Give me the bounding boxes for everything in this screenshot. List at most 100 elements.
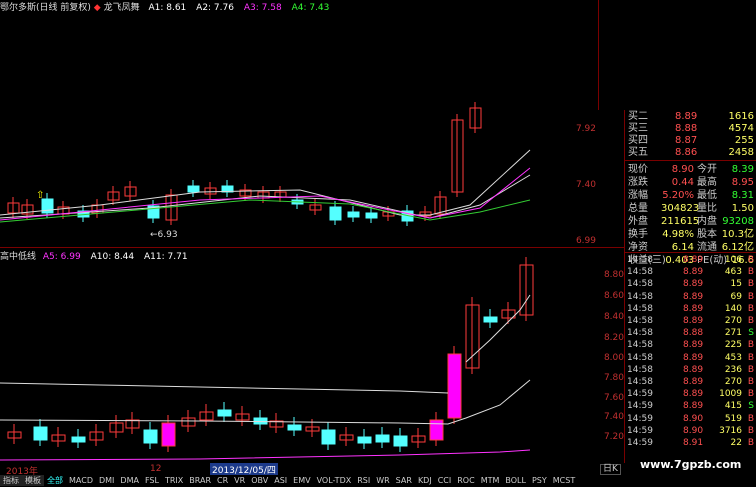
quote-stat-row: 现价 8.90 今开 8.39: [628, 164, 754, 175]
tick-row: 14:58 8.89 270 B: [627, 316, 754, 326]
low-line: [0, 449, 531, 461]
main-y-label-0: 7.92: [575, 124, 596, 134]
indicator-a2: A2: 7.76: [196, 3, 234, 13]
indicator-a3: A3: 7.58: [243, 3, 282, 13]
sub-candle: [321, 429, 336, 445]
indicator-a5: A5: 6.99: [42, 252, 81, 262]
indicator-tab[interactable]: FSL: [142, 476, 162, 485]
price-candle: [365, 212, 378, 219]
sub-y-label-6: 7.60: [603, 393, 624, 403]
sub-chart-header: 高中低线 A5: 6.99 A10: 8.44 A11: 7.71: [0, 249, 195, 262]
tick-row: 14:58 8.89 106 B: [627, 255, 754, 265]
sub-y-label-5: 7.80: [603, 373, 624, 383]
tick-row: 14:58 8.89 15 B: [627, 279, 754, 290]
axis-border: [598, 0, 599, 110]
ma-line-a1: [0, 149, 531, 216]
sub-y-label-2: 8.40: [603, 312, 624, 322]
high-line: [0, 382, 449, 394]
main-chart-header: 鄂尔多斯(日线 前复权) ◆ 龙飞凤舞 A1: 8.61 A2: 7.76 A3…: [0, 0, 336, 13]
sub-candle: [161, 422, 176, 447]
indicator-a4: A4: 7.43: [291, 3, 330, 13]
indicator-tab[interactable]: MACD: [66, 476, 96, 485]
indicator-tab[interactable]: 全部: [44, 475, 66, 486]
indicator-tab[interactable]: CR: [214, 476, 231, 485]
indicator-tab[interactable]: KDJ: [415, 476, 435, 485]
kline-chart[interactable]: ⇧: [0, 0, 600, 463]
indicator-tab[interactable]: RSI: [354, 476, 373, 485]
tick-divider: [625, 252, 756, 253]
stock-title: 鄂尔多斯(日线 前复权): [0, 3, 91, 13]
tick-row: 14:59 8.89 1009 B: [627, 389, 754, 400]
sub-candle: [287, 424, 302, 431]
quote-stat-row: 涨幅 5.20% 最低 8.31: [628, 190, 754, 201]
sub-candle: [143, 429, 158, 444]
indicator-tab[interactable]: TRIX: [162, 476, 186, 485]
indicator-tab[interactable]: ROC: [454, 476, 477, 485]
indicator-tab[interactable]: DMA: [117, 476, 142, 485]
tick-row: 14:58 8.89 225 B: [627, 340, 754, 351]
tick-row: 14:58 8.89 140 B: [627, 303, 754, 314]
tick-row: 14:58 8.89 270 B: [627, 377, 754, 387]
main-y-label-2: 6.99: [575, 236, 596, 246]
indicator-tab[interactable]: VR: [231, 476, 248, 485]
tick-row: 14:59 8.90 519 B: [627, 413, 754, 424]
sub-y-label-7: 7.40: [603, 412, 624, 422]
panel-left-border: [624, 110, 625, 463]
sub-candle: [393, 435, 408, 447]
price-candle: [187, 185, 200, 193]
sub-y-label-0: 8.80: [603, 270, 624, 280]
price-candle: [347, 211, 360, 218]
indicator-tab[interactable]: BRAR: [186, 476, 214, 485]
indicator-tab[interactable]: DMI: [96, 476, 117, 485]
low-price-marker: ←6.93: [150, 230, 178, 240]
panel-divider: [625, 160, 756, 161]
period-button[interactable]: 日K: [600, 464, 621, 475]
buy-signal-arrow: ⇧: [36, 190, 44, 201]
sub-candle: [447, 353, 462, 419]
date-axis: 2013年 12 2013/12/05/四: [0, 463, 600, 477]
tick-row: 14:58 8.88 271 S: [627, 328, 754, 339]
bid-row: 买五 8.86 2458: [628, 147, 754, 158]
indicator-tab[interactable]: OBV: [248, 476, 271, 485]
indicator-tab[interactable]: BOLL: [502, 476, 529, 485]
sub-y-label-4: 8.00: [603, 353, 624, 363]
date-month: 12: [150, 464, 162, 474]
indicator-tab[interactable]: SAR: [393, 476, 415, 485]
indicator-tab[interactable]: VOL-TDX: [314, 476, 355, 485]
indicator-a10: A10: 8.44: [90, 252, 135, 262]
watermark: www.7gpzb.com: [640, 458, 742, 471]
indicator-tab[interactable]: EMV: [290, 476, 313, 485]
indicator-tab[interactable]: ASI: [271, 476, 290, 485]
quote-stat-row: 外盘 211615 内盘 93208: [628, 216, 754, 227]
tick-row: 14:58 8.89 69 B: [627, 291, 754, 302]
sub-candle: [357, 436, 372, 444]
indicator-tab-bar[interactable]: 指标 模板 全部 MACD DMI DMA FSL TRIX BRAR CR VR OBV ASI EMV…: [0, 475, 756, 487]
sub-candle: [253, 417, 268, 425]
main-y-label-1: 7.40: [575, 180, 596, 190]
indicator-tab[interactable]: CCI: [435, 476, 455, 485]
sub-candle: [33, 426, 48, 441]
sub-y-label-8: 7.20: [603, 432, 624, 442]
tick-row: 14:59 8.91 22 B: [627, 438, 754, 448]
sub-candle: [71, 436, 86, 443]
quote-stat-row: 涨跌 0.44 最高 8.95: [628, 177, 754, 188]
indicator-tab[interactable]: MCST: [550, 476, 578, 485]
tick-row: 14:59 8.90 3716 B: [627, 425, 754, 436]
indicator-tab[interactable]: 指标: [0, 475, 22, 486]
sub-candle: [375, 434, 390, 443]
indicator-tab[interactable]: 模板: [22, 475, 44, 486]
indicator-tab[interactable]: WR: [373, 476, 392, 485]
tick-row: 14:58 8.89 236 B: [627, 364, 754, 375]
main-price-chart[interactable]: ⇧: [0, 0, 600, 463]
tick-row: 14:59 8.89 415 S: [627, 401, 754, 412]
indicator-tab[interactable]: MTM: [478, 476, 503, 485]
pane-divider: [0, 247, 625, 248]
sub-indicator-title: 高中低线: [0, 252, 37, 262]
tick-list[interactable]: 14:58 8.89 106 B 14:58 8.89 463 B 14:58 8.89 15 B 14…: [625, 254, 756, 454]
sub-y-label-1: 8.60: [603, 291, 624, 301]
indicator-tab[interactable]: PSY: [529, 476, 550, 485]
indicator-name: 龙飞凤舞: [103, 3, 140, 13]
quote-stat-row: 总量 304823 量比 1.50: [628, 203, 754, 214]
indicator-a1: A1: 8.61: [148, 3, 187, 13]
indicator-a11: A11: 7.71: [144, 252, 188, 262]
